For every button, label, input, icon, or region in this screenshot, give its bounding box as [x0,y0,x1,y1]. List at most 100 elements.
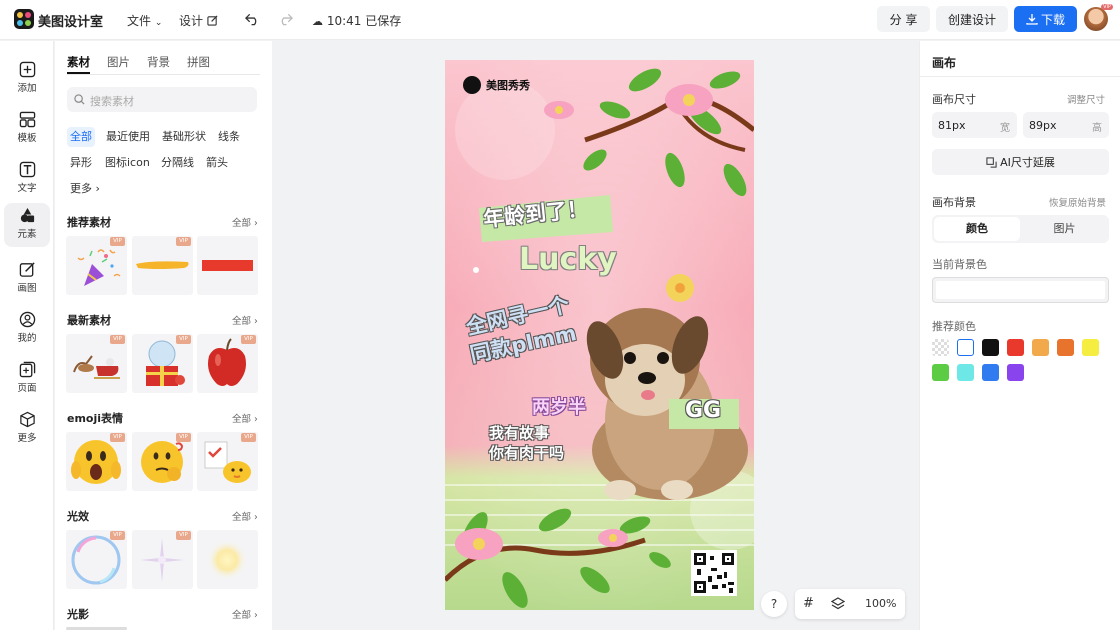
file-menu[interactable]: 文件 ⌄ [127,12,162,29]
poster-story1[interactable]: 我有故事 [489,422,549,443]
restore-bg-link[interactable]: 恢复原始背景 [1049,195,1106,209]
nav-item-add[interactable]: 添加 [0,57,54,101]
nav-item-page[interactable]: 页面 [0,357,54,401]
swatch-yellow[interactable] [1082,339,1099,356]
chip-irregular[interactable]: 异形 [67,153,95,173]
title-divider [920,76,1120,77]
current-bg-swatch[interactable] [932,277,1109,303]
vip-badge: VIP [110,433,125,442]
help-button[interactable]: ? [761,591,787,617]
tab-materials[interactable]: 素材 [67,54,90,70]
material-thumb-red-bar[interactable] [197,236,258,295]
tab-collage[interactable]: 拼图 [187,54,210,70]
poster-canvas[interactable]: 美图秀秀 年龄到了！ Lucky 全网寻一个 同款plmm 两岁半 GG 我有故… [445,60,754,610]
material-thumb-snowglobe-gift[interactable]: VIP [132,334,193,393]
swatch-orange[interactable] [1057,339,1074,356]
search-input[interactable]: 搜索素材 [90,93,134,109]
swatch-blue[interactable] [982,364,999,381]
material-thumb-bubble[interactable]: VIP [66,530,127,589]
material-thumb-sparkle[interactable]: VIP [132,530,193,589]
chip-more[interactable]: 更多 › [67,179,103,199]
see-all-label: 全部 [232,414,252,425]
download-button[interactable]: 下载 [1014,6,1077,32]
swatch-cyan[interactable] [957,364,974,381]
swatch-green[interactable] [932,364,949,381]
poster-gg[interactable]: GG [685,398,721,423]
tab-image[interactable]: 图片 [1022,217,1107,241]
nav-item-more[interactable]: 更多 [0,407,54,451]
chip-arrows[interactable]: 箭头 [203,153,231,173]
nav-item-template[interactable]: 模板 [0,107,54,151]
top-bar: 美图设计室 文件 ⌄ 设计 ☁ 10:41 已保存 分 享 创建设计 下载 VI… [0,0,1120,40]
vip-badge: VIP [110,335,125,344]
grid-icon[interactable]: # [803,596,814,611]
nav-label: 文字 [17,183,37,194]
redo-icon[interactable] [278,12,293,26]
see-all-link[interactable]: 全部 › [232,313,258,327]
chip-basic-shapes[interactable]: 基础形状 [159,127,209,147]
chevron-right-icon: › [251,218,258,229]
search-box[interactable]: 搜索素材 [67,87,257,112]
material-thumb-emoji-scared[interactable]: VIP [66,432,127,491]
swatch-purple[interactable] [1007,364,1024,381]
height-value: 89px [1029,119,1057,132]
swatch-white[interactable] [957,339,974,356]
vip-badge: VIP [241,433,256,442]
see-all-link[interactable]: 全部 › [232,215,258,229]
nav-item-text[interactable]: 文字 [0,157,54,201]
bg-type-tabs: 颜色 图片 [932,215,1109,243]
share-button[interactable]: 分 享 [877,6,930,32]
tab-images[interactable]: 图片 [107,54,130,70]
nav-item-draw[interactable]: 画图 [0,257,54,301]
edit-icon [207,15,218,26]
vip-badge: VIP [176,237,191,246]
material-thumb-emoji-thinking[interactable]: VIP [132,432,193,491]
resize-link[interactable]: 调整尺寸 [1067,92,1105,106]
see-all-link[interactable]: 全部 › [232,411,258,425]
design-menu[interactable]: 设计 [179,12,218,29]
ai-expand-button[interactable]: AI尺寸延展 [932,149,1109,175]
undo-icon[interactable] [245,12,260,26]
height-field[interactable]: 89px 高 [1023,112,1109,138]
poster-brand[interactable]: 美图秀秀 [463,76,530,94]
chip-all[interactable]: 全部 [67,127,95,147]
chip-recent[interactable]: 最近使用 [103,127,153,147]
material-thumb-brush-stroke[interactable]: VIP [132,236,193,295]
file-menu-label: 文件 [127,14,152,28]
swatch-red[interactable] [1007,339,1024,356]
app-logo-icon[interactable] [14,9,34,29]
nav-item-mine[interactable]: 我的 [0,307,54,351]
see-all-link[interactable]: 全部 › [232,509,258,523]
material-thumb-glow[interactable] [197,530,258,589]
canvas-area: 美图秀秀 年龄到了！ Lucky 全网寻一个 同款plmm 两岁半 GG 我有故… [273,41,918,630]
tab-color[interactable]: 颜色 [934,217,1020,241]
width-field[interactable]: 81px 宽 [932,112,1017,138]
chip-lines[interactable]: 线条 [215,127,243,147]
layers-icon[interactable] [831,597,845,611]
glow-icon [207,540,247,580]
tab-backgrounds[interactable]: 背景 [147,54,170,70]
material-thumb-apple[interactable]: VIP [197,334,258,393]
material-panel: 素材 图片 背景 拼图 搜索素材 全部 最近使用 基础形状 线条 异形 图标ic… [55,41,272,630]
material-thumb-sleigh[interactable]: VIP [66,334,127,393]
nav-item-elements[interactable]: 元素 [4,203,50,247]
chip-icons[interactable]: 图标icon [102,153,153,173]
current-bg-color [936,281,1105,299]
poster-age[interactable]: 两岁半 [532,393,586,419]
download-icon [1026,14,1038,25]
zoom-level[interactable]: 100% [865,597,896,610]
chip-dividers[interactable]: 分隔线 [158,153,197,173]
create-design-button[interactable]: 创建设计 [936,6,1008,32]
poster-story2[interactable]: 你有肉干吗 [489,442,564,463]
swatch-transparent[interactable] [932,339,949,356]
swatch-black[interactable] [982,339,999,356]
see-all-link[interactable]: 全部 › [232,607,258,621]
avatar-vip-badge: VIP [1101,4,1113,10]
swatch-light-orange[interactable] [1032,339,1049,356]
material-thumb-emoji-checklist[interactable]: VIP [197,432,258,491]
poster-lucky[interactable]: Lucky [519,242,617,277]
material-thumb-party-popper[interactable]: VIP [66,236,127,295]
section-title: emoji表情 [67,412,124,425]
avatar[interactable]: VIP [1084,4,1113,31]
template-icon [19,111,35,128]
